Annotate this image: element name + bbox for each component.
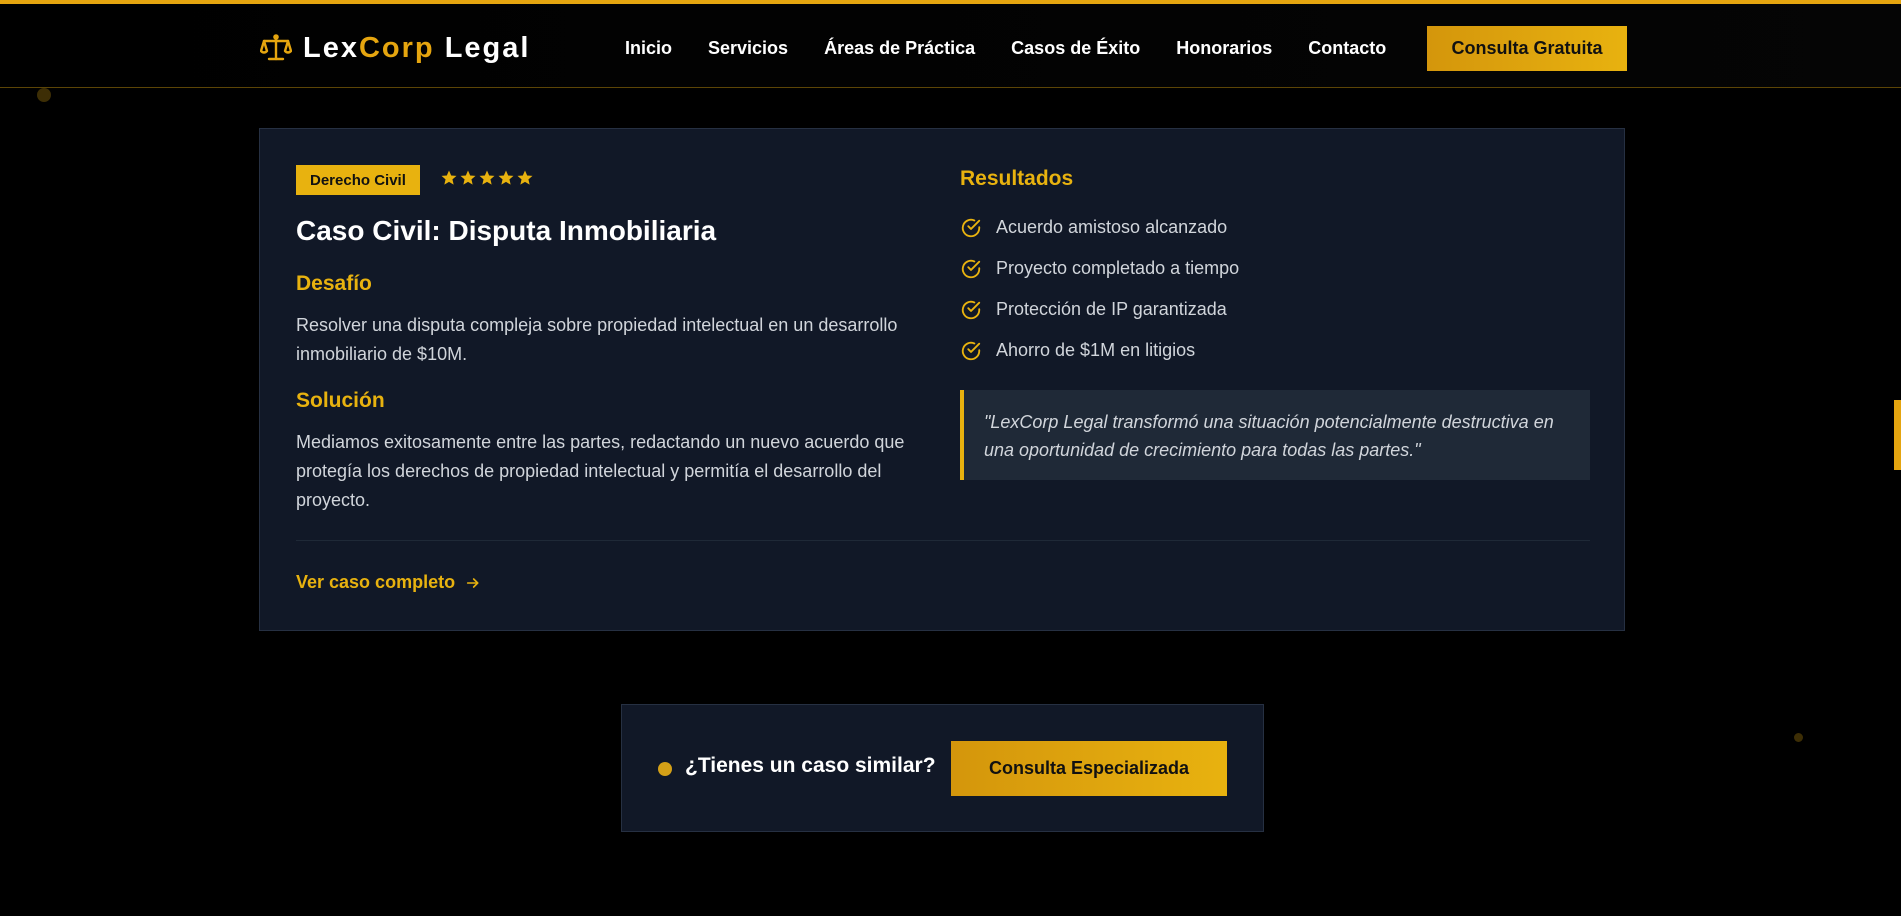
challenge-heading: Desafío bbox=[296, 272, 372, 295]
category-badge: Derecho Civil bbox=[296, 165, 420, 195]
solution-heading: Solución bbox=[296, 389, 385, 412]
check-circle-icon bbox=[961, 259, 981, 278]
nav-item-areas-practica[interactable]: Áreas de Práctica bbox=[824, 38, 975, 59]
decorative-dot bbox=[37, 88, 51, 102]
brand-name: LexCorp Legal bbox=[303, 32, 530, 65]
result-label: Protección de IP garantizada bbox=[996, 299, 1227, 319]
star-icon bbox=[498, 170, 514, 185]
card-divider bbox=[296, 540, 1590, 541]
solution-text: Mediamos exitosamente entre las partes, … bbox=[296, 432, 905, 510]
result-item: Ahorro de $1M en litigios bbox=[960, 330, 1239, 371]
case-study-card: Derecho Civil Caso Civil: Disputa Inmobi… bbox=[259, 128, 1625, 631]
brand-logo[interactable]: LexCorp Legal bbox=[259, 26, 530, 70]
brand-name-part2: Corp bbox=[358, 31, 435, 64]
scales-icon bbox=[259, 31, 293, 65]
result-label: Ahorro de $1M en litigios bbox=[996, 340, 1196, 360]
brand-name-part3: Legal bbox=[434, 31, 531, 64]
nav-item-contacto[interactable]: Contacto bbox=[1308, 38, 1386, 59]
check-circle-icon bbox=[961, 341, 981, 360]
client-testimonial-quote: "LexCorp Legal transformó una situación … bbox=[960, 390, 1590, 480]
star-icon bbox=[441, 170, 457, 185]
nav-item-honorarios[interactable]: Honorarios bbox=[1176, 38, 1272, 59]
star-icon bbox=[479, 170, 495, 185]
similar-case-cta: ¿Tienes un caso similar? Consulta Especi… bbox=[621, 704, 1264, 832]
nav-item-inicio[interactable]: Inicio bbox=[625, 38, 672, 59]
result-label: Acuerdo amistoso alcanzado bbox=[996, 217, 1228, 237]
results-heading: Resultados bbox=[960, 167, 1074, 190]
result-item: Acuerdo amistoso alcanzado bbox=[960, 207, 1239, 248]
star-icon bbox=[517, 170, 533, 185]
check-circle-icon bbox=[961, 300, 981, 319]
check-circle-icon bbox=[961, 218, 981, 237]
nav-item-casos-exito[interactable]: Casos de Éxito bbox=[1011, 38, 1140, 59]
pulse-dot bbox=[658, 762, 672, 776]
specialized-consultation-button[interactable]: Consulta Especializada bbox=[951, 741, 1227, 796]
view-full-case-label: Ver caso completo bbox=[296, 572, 456, 592]
site-header: LexCorp Legal Inicio Servicios Áreas de … bbox=[0, 4, 1901, 88]
result-item: Protección de IP garantizada bbox=[960, 289, 1239, 330]
free-consultation-button[interactable]: Consulta Gratuita bbox=[1427, 26, 1627, 71]
result-label: Proyecto completado a tiempo bbox=[996, 258, 1240, 278]
decorative-dot bbox=[1794, 733, 1803, 742]
side-scroll-indicator[interactable] bbox=[1894, 400, 1901, 470]
view-full-case-link[interactable]: Ver caso completo bbox=[296, 572, 481, 593]
nav-item-servicios[interactable]: Servicios bbox=[708, 38, 788, 59]
challenge-text: Resolver una disputa compleja sobre prop… bbox=[296, 315, 898, 364]
case-title: Caso Civil: Disputa Inmobiliaria bbox=[296, 215, 717, 246]
result-item: Proyecto completado a tiempo bbox=[960, 248, 1239, 289]
rating-stars bbox=[440, 169, 534, 187]
brand-name-part1: Lex bbox=[303, 31, 359, 64]
main-nav: Inicio Servicios Áreas de Práctica Casos… bbox=[625, 26, 1386, 70]
arrow-right-icon bbox=[466, 577, 479, 588]
cta-question: ¿Tienes un caso similar? bbox=[685, 754, 936, 777]
star-icon bbox=[460, 170, 476, 185]
results-list: Acuerdo amistoso alcanzado Proyecto comp… bbox=[960, 207, 1239, 371]
